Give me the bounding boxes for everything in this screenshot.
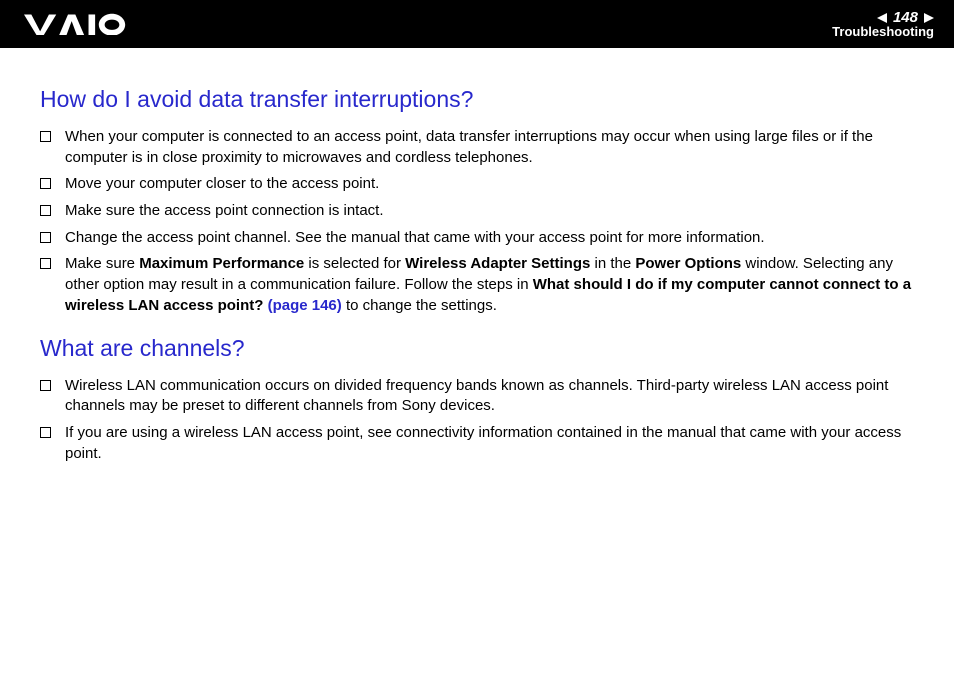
- header-bar: 148 Troubleshooting: [0, 0, 954, 48]
- header-right: 148 Troubleshooting: [832, 9, 934, 39]
- bullet-list: When your computer is connected to an ac…: [40, 127, 914, 317]
- text-run: Move your computer closer to the access …: [65, 175, 379, 192]
- square-bullet-icon: [40, 205, 51, 216]
- text-run: When your computer is connected to an ac…: [65, 128, 873, 166]
- section-heading: How do I avoid data transfer interruptio…: [40, 86, 914, 113]
- text-run: Make sure: [65, 255, 139, 272]
- list-item: Make sure the access point connection is…: [40, 201, 914, 222]
- list-item-text: Change the access point channel. See the…: [65, 228, 914, 249]
- text-run: If you are using a wireless LAN access p…: [65, 424, 901, 462]
- prev-page-arrow-icon[interactable]: [877, 13, 887, 23]
- section: What are channels? Wireless LAN communica…: [40, 335, 914, 465]
- list-item: Move your computer closer to the access …: [40, 174, 914, 195]
- text-run: Make sure the access point connection is…: [65, 202, 384, 219]
- text-run: Change the access point channel. See the…: [65, 229, 765, 246]
- square-bullet-icon: [40, 178, 51, 189]
- list-item-text: Make sure the access point connection is…: [65, 201, 914, 222]
- list-item-text: Make sure Maximum Performance is selecte…: [65, 254, 914, 316]
- list-item-text: Move your computer closer to the access …: [65, 174, 914, 195]
- text-run: is selected for: [304, 255, 405, 272]
- text-run: to change the settings.: [342, 297, 497, 314]
- list-item-text: Wireless LAN communication occurs on div…: [65, 376, 914, 417]
- list-item-text: When your computer is connected to an ac…: [65, 127, 914, 168]
- text-run: Power Options: [635, 255, 741, 272]
- square-bullet-icon: [40, 131, 51, 142]
- text-run: Maximum Performance: [139, 255, 304, 272]
- next-page-arrow-icon[interactable]: [924, 13, 934, 23]
- text-run: in the: [590, 255, 635, 272]
- vaio-logo: [24, 0, 149, 48]
- section-heading: What are channels?: [40, 335, 914, 362]
- list-item: Wireless LAN communication occurs on div…: [40, 376, 914, 417]
- square-bullet-icon: [40, 380, 51, 391]
- square-bullet-icon: [40, 427, 51, 438]
- page-content: How do I avoid data transfer interruptio…: [0, 48, 954, 490]
- page-link[interactable]: (page 146): [268, 297, 342, 314]
- square-bullet-icon: [40, 258, 51, 269]
- bullet-list: Wireless LAN communication occurs on div…: [40, 376, 914, 465]
- list-item: Change the access point channel. See the…: [40, 228, 914, 249]
- list-item: When your computer is connected to an ac…: [40, 127, 914, 168]
- text-run: Wireless Adapter Settings: [405, 255, 590, 272]
- section-name: Troubleshooting: [832, 24, 934, 39]
- list-item-text: If you are using a wireless LAN access p…: [65, 423, 914, 464]
- section: How do I avoid data transfer interruptio…: [40, 86, 914, 317]
- list-item: Make sure Maximum Performance is selecte…: [40, 254, 914, 316]
- list-item: If you are using a wireless LAN access p…: [40, 423, 914, 464]
- square-bullet-icon: [40, 232, 51, 243]
- text-run: Wireless LAN communication occurs on div…: [65, 377, 888, 415]
